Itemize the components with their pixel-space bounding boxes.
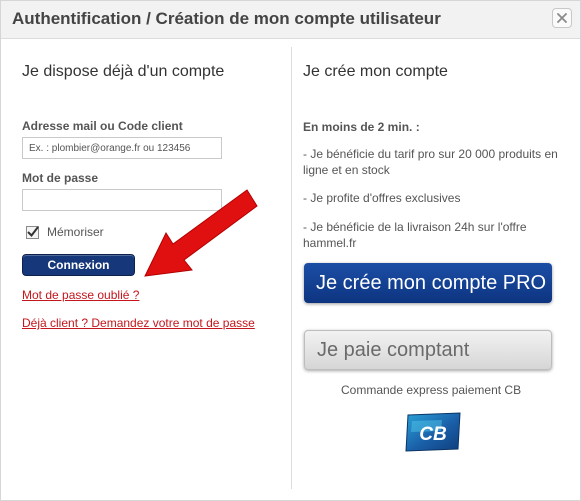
express-order-text: Commande express paiement CB: [341, 383, 522, 397]
cb-card-logo[interactable]: CB: [402, 411, 464, 453]
forgot-password-link[interactable]: Mot de passe oublié ?: [22, 288, 139, 302]
email-label: Adresse mail ou Code client: [22, 119, 183, 133]
pay-cash-button[interactable]: Je paie comptant: [304, 330, 552, 370]
signup-heading: Je crée mon compte: [303, 63, 448, 80]
login-button[interactable]: Connexion: [22, 254, 135, 276]
remember-row: Mémoriser: [26, 225, 104, 239]
signup-intro: En moins de 2 min. :: [303, 120, 420, 134]
login-heading: Je dispose déjà d'un compte: [22, 63, 225, 80]
checkmark-icon: [27, 225, 39, 237]
column-divider: [291, 47, 292, 489]
password-label: Mot de passe: [22, 171, 99, 185]
cb-logo-text: CB: [419, 424, 447, 445]
close-button[interactable]: [552, 8, 572, 28]
red-arrow-icon: [144, 189, 258, 277]
benefit-item: - Je bénéficie de la livraison 24h sur l…: [303, 220, 527, 250]
remember-label: Mémoriser: [47, 225, 104, 239]
login-section: Je dispose déjà d'un compte Adresse mail…: [22, 63, 282, 330]
remember-checkbox[interactable]: [26, 225, 39, 239]
create-pro-account-button[interactable]: Je crée mon compte PRO: [304, 263, 552, 303]
benefit-item: - Je bénéficie du tarif pro sur 20 000 p…: [303, 147, 558, 177]
auth-dialog: Authentification / Création de mon compt…: [0, 0, 581, 501]
request-password-link[interactable]: Déjà client ? Demandez votre mot de pass…: [22, 316, 255, 330]
dialog-titlebar: Authentification / Création de mon compt…: [1, 1, 580, 39]
close-icon: [557, 13, 567, 23]
email-field[interactable]: [22, 137, 222, 159]
benefit-item: - Je profite d'offres exclusives: [303, 191, 461, 205]
signup-section: Je crée mon compte En moins de 2 min. : …: [303, 63, 565, 452]
dialog-title: Authentification / Création de mon compt…: [12, 9, 441, 28]
